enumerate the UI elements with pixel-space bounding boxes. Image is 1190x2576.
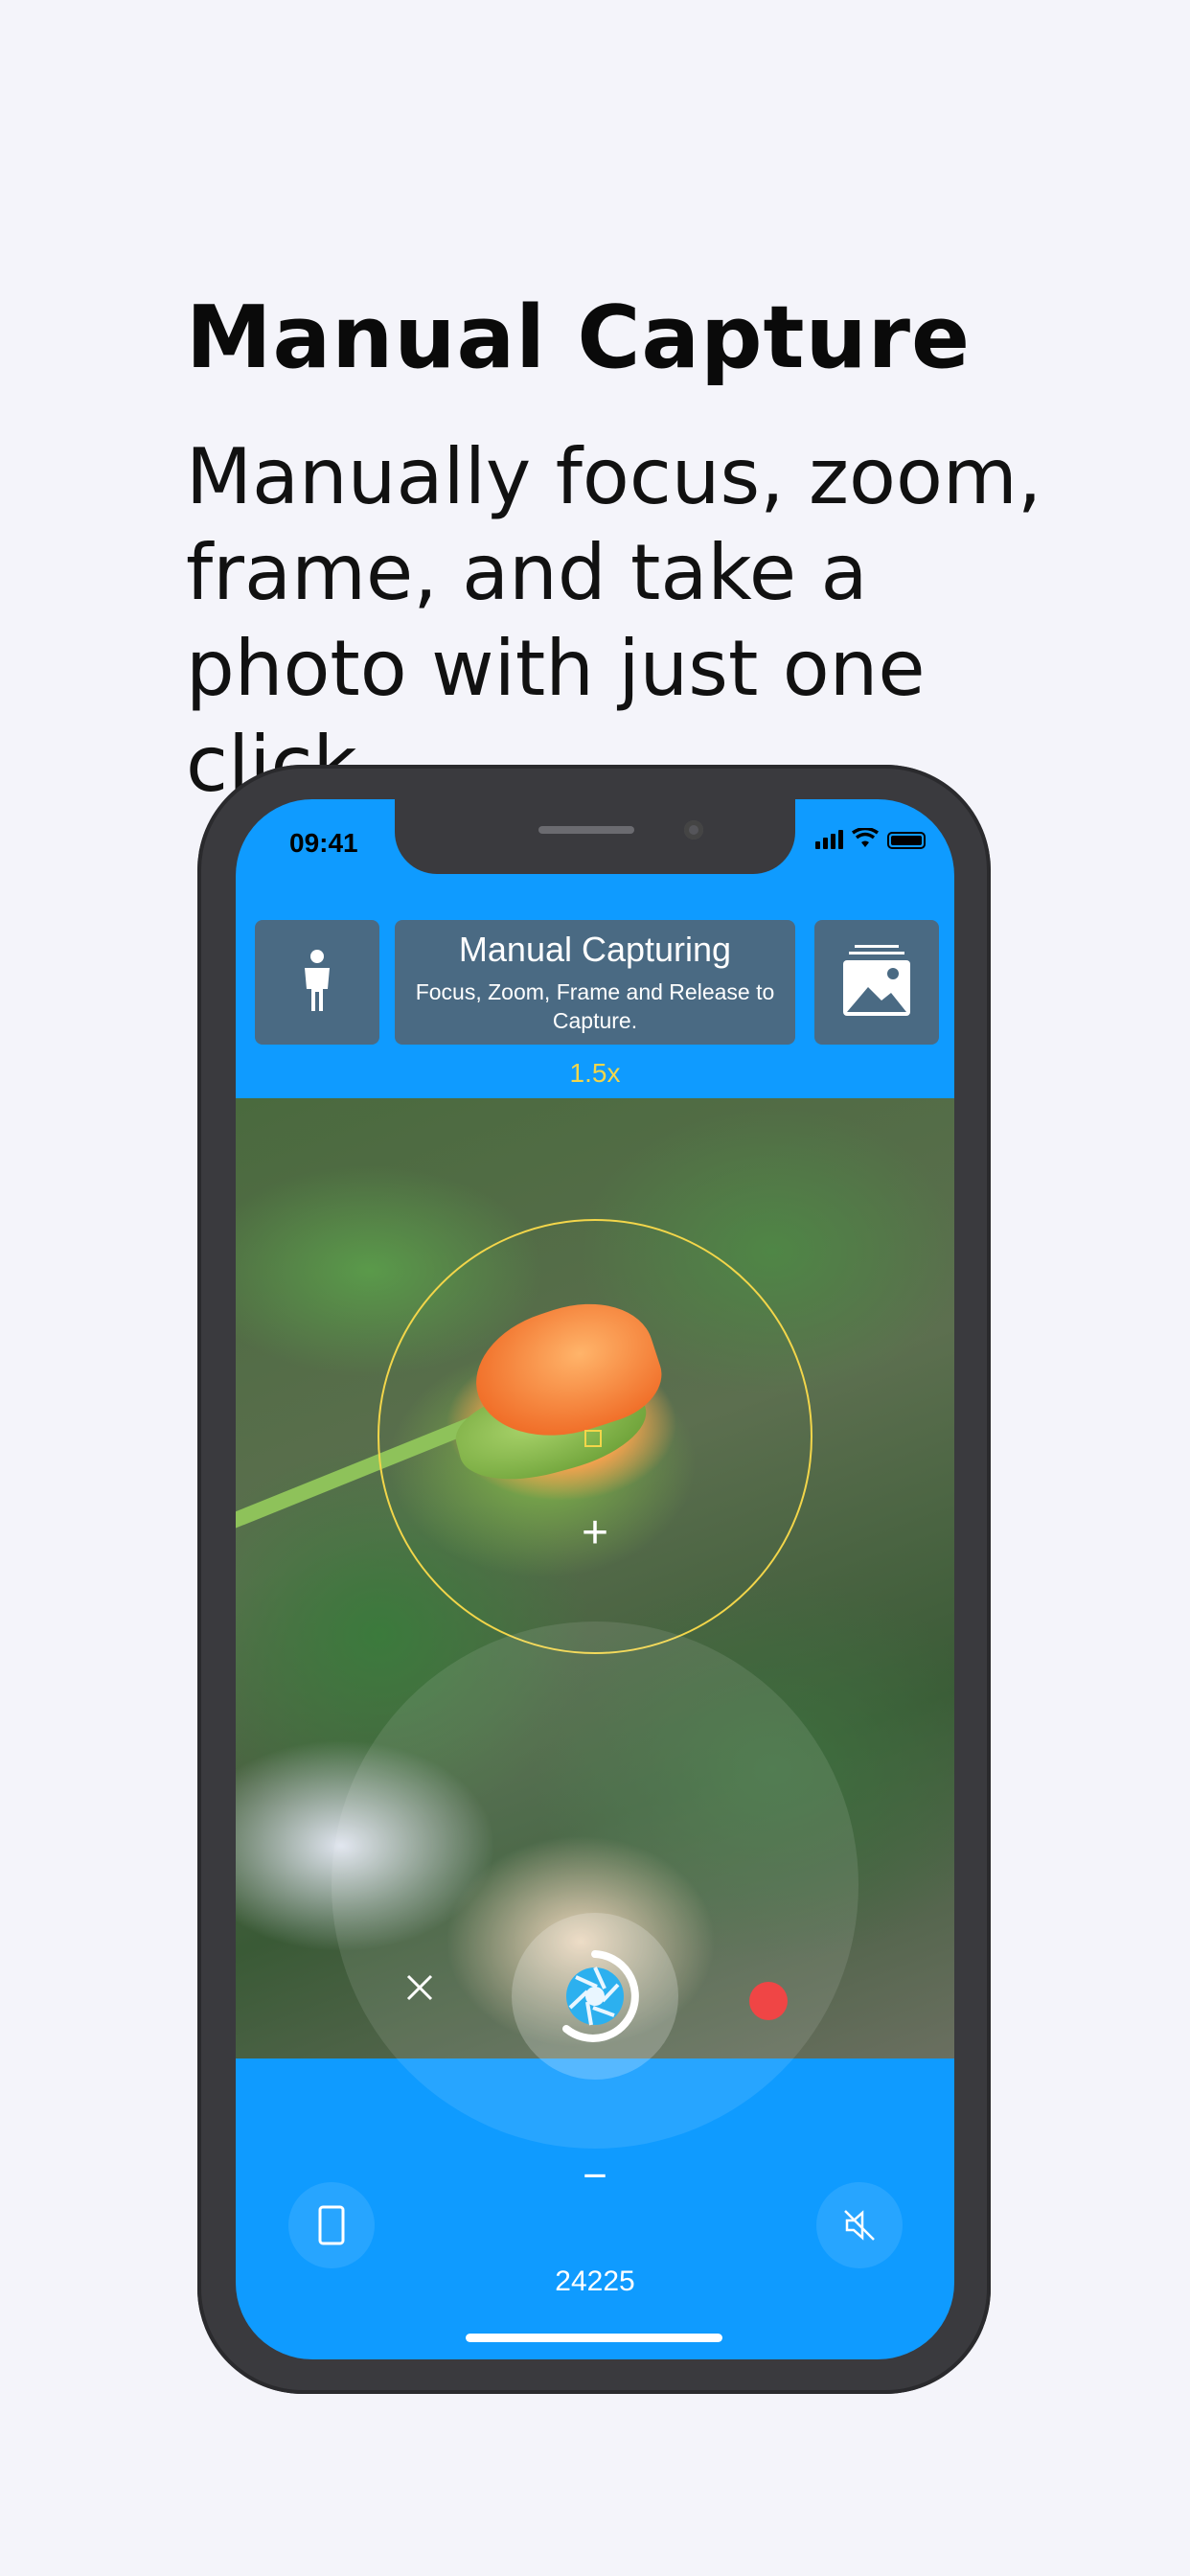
record-dot-icon[interactable] — [749, 1982, 788, 2020]
notch — [395, 799, 795, 874]
mute-button[interactable] — [816, 2182, 903, 2268]
gallery-button[interactable] — [814, 920, 939, 1045]
front-camera — [684, 820, 703, 840]
frame-icon — [318, 2205, 345, 2245]
status-time: 09:41 — [289, 828, 358, 858]
zoom-in-button[interactable]: + — [576, 1506, 614, 1559]
subtitle: Manually focus, zoom, frame, and take a … — [186, 432, 1042, 809]
headline: Manual Capture — [186, 288, 972, 388]
home-indicator — [466, 2334, 722, 2342]
mode-description: Focus, Zoom, Frame and Release to Captur… — [415, 979, 775, 1033]
speaker — [538, 826, 634, 834]
battery-icon — [887, 832, 926, 849]
zoom-level: 1.5x — [569, 1058, 621, 1088]
photo-counter: 24225 — [555, 2266, 635, 2297]
person-icon — [305, 950, 330, 1011]
focus-point[interactable] — [584, 1430, 602, 1447]
close-icon[interactable] — [400, 1968, 439, 2007]
gallery-icon — [843, 945, 910, 1016]
frame-button[interactable] — [288, 2182, 375, 2268]
mode-title: Manual Capturing — [458, 930, 732, 969]
wifi-icon — [852, 828, 879, 847]
phone-screen: 09:41 Manual Capturing Focus, Zoom, Fram… — [236, 799, 954, 2359]
shutter-icon[interactable] — [547, 1948, 643, 2044]
person-mode-button[interactable] — [255, 920, 379, 1045]
status-icons — [815, 828, 926, 849]
zoom-out-button[interactable]: − — [576, 2152, 614, 2200]
signal-icon — [815, 828, 843, 849]
mode-info-panel: Manual Capturing Focus, Zoom, Frame and … — [395, 920, 795, 1045]
mute-icon — [844, 2210, 875, 2241]
